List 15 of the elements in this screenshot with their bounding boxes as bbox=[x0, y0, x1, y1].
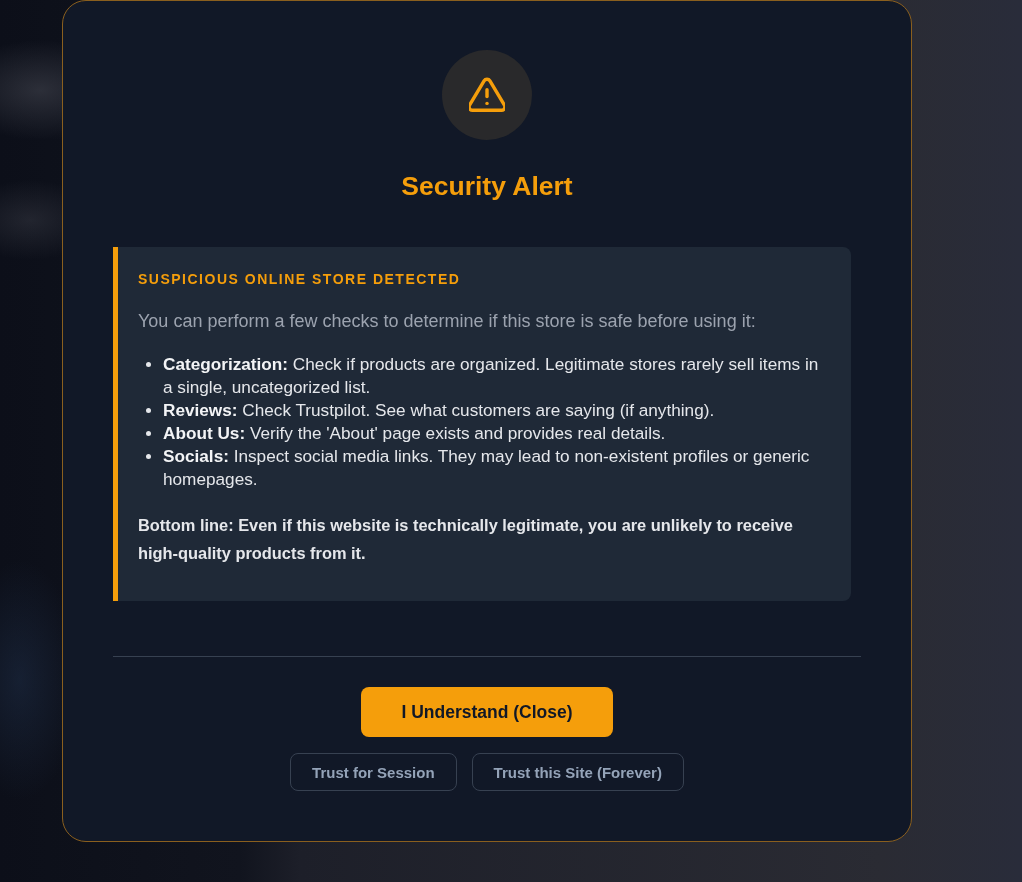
bullet-icon bbox=[146, 408, 151, 413]
check-item-text: Categorization: Check if products are organized. Legitimate stores rarely sell items in a single, uncategorized list. bbox=[163, 353, 820, 399]
notice-intro: You can perform a few checks to determine if this store is safe before using it: bbox=[138, 310, 757, 333]
notice-heading: SUSPICIOUS ONLINE STORE DETECTED bbox=[138, 270, 462, 289]
dialog-title: Security Alert bbox=[401, 171, 573, 201]
check-item-text: Reviews: Check Trustpilot. See what customers are saying (if anything). bbox=[163, 399, 715, 422]
bullet-icon bbox=[146, 362, 151, 367]
trust-button[interactable]: Trust for Session bbox=[290, 753, 457, 791]
bullet-icon bbox=[146, 431, 151, 436]
trust-button[interactable]: Trust this Site (Forever) bbox=[471, 753, 684, 791]
bottom-line-text: Bottom line: Even if this website is technically legitimate, you are unlikely to receive high-quality products from it. bbox=[138, 515, 794, 564]
check-item-text: About Us: Verify the 'About' page exists and provides real details. bbox=[163, 422, 666, 445]
close-button[interactable]: I Understand (Close) bbox=[361, 687, 613, 737]
bullet-icon bbox=[146, 454, 151, 459]
check-item-text: Socials: Inspect social media links. They may lead to non-existent profiles or generic homepages. bbox=[163, 445, 811, 491]
